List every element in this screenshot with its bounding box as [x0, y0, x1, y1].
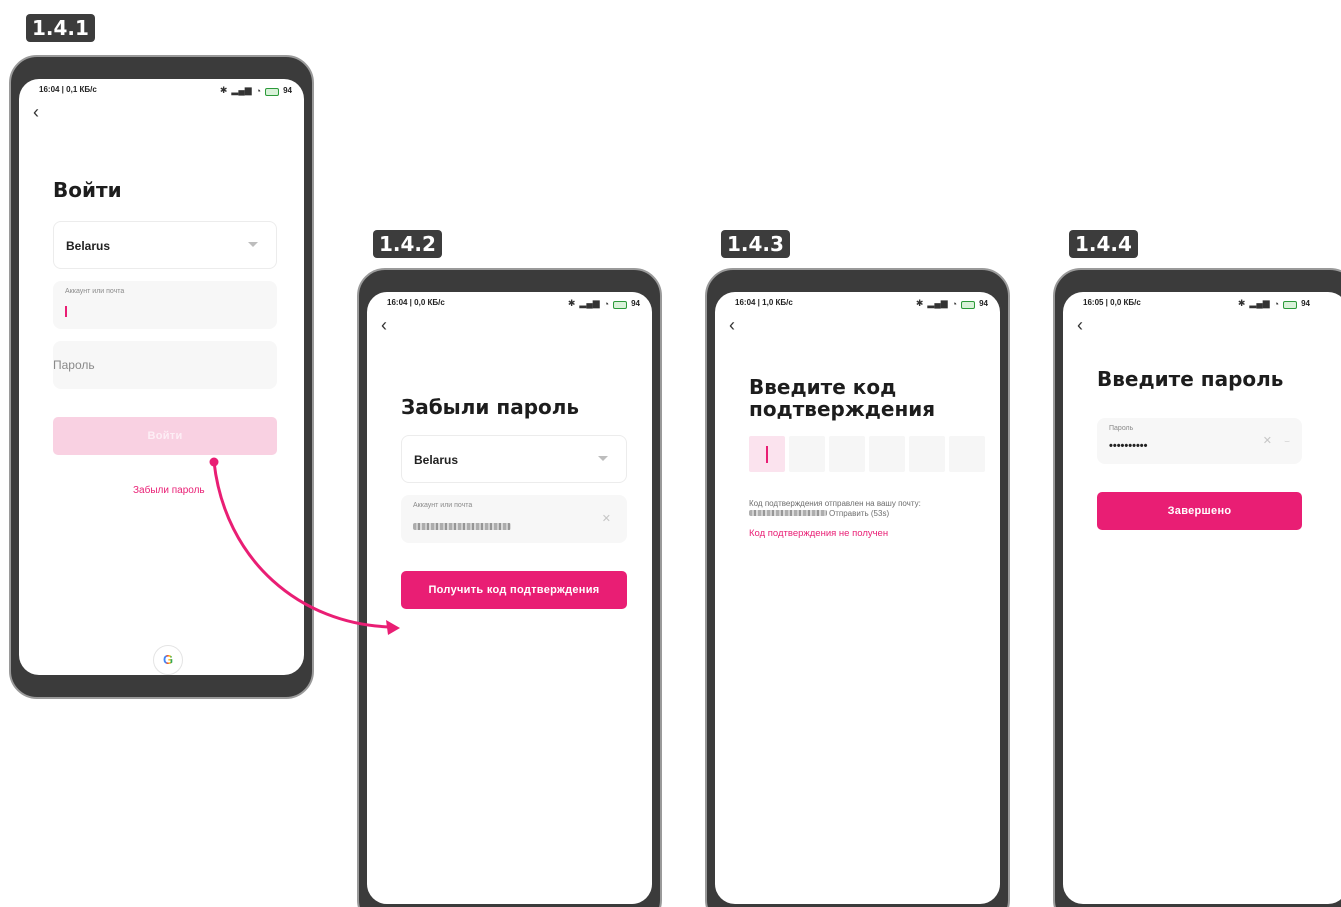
- flow-arrow-line: [212, 461, 393, 629]
- flow-arrow-start-dot: [209, 457, 219, 467]
- flow-arrow: [209, 457, 400, 635]
- flow-arrow-head: [386, 620, 400, 635]
